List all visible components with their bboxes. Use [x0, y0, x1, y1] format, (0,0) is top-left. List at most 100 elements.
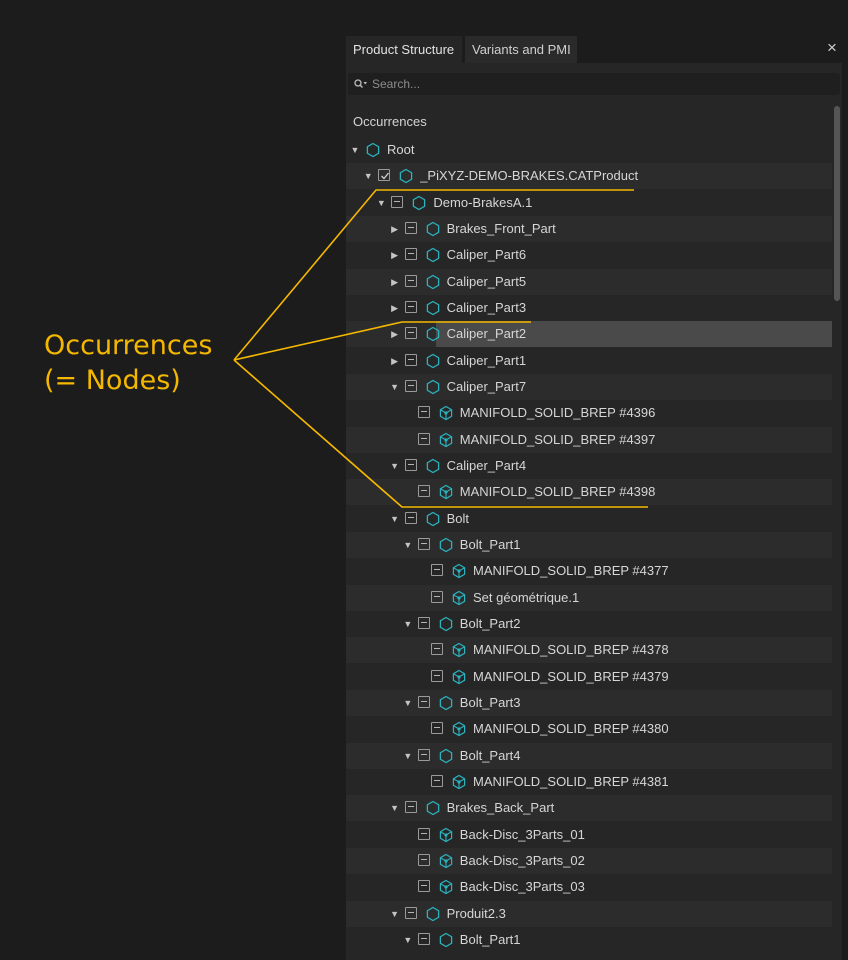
hexagon-icon	[439, 932, 453, 948]
tree-row[interactable]: ▼ Caliper_Part7	[346, 373, 832, 400]
tree-row-label: Caliper_Part7	[446, 378, 527, 394]
expand-arrow-down-icon[interactable]: ▼	[403, 532, 413, 558]
scrollbar-thumb[interactable]	[834, 106, 840, 301]
visibility-checkbox-partial[interactable]	[404, 221, 417, 234]
hexagon-icon	[426, 800, 439, 816]
visibility-checkbox-partial[interactable]	[404, 248, 417, 261]
tree-row[interactable]: ▼ Brakes_Back_Part	[346, 795, 832, 822]
visibility-checkbox-partial[interactable]	[417, 406, 430, 419]
tree-row[interactable]: ▼ Bolt_Part3	[346, 689, 832, 716]
expand-arrow-down-icon[interactable]: ▼	[403, 690, 413, 716]
visibility-checkbox-partial[interactable]	[417, 432, 430, 445]
expand-arrow-down-icon[interactable]: ▼	[363, 163, 373, 189]
close-panel-button[interactable]: ×	[824, 38, 840, 58]
tab-product-structure[interactable]: Product Structure	[346, 36, 462, 63]
expand-arrow-down-icon[interactable]: ▼	[403, 927, 413, 953]
tree-row[interactable]: ▼ Bolt_Part1	[346, 927, 832, 953]
hexagon-icon	[426, 906, 439, 921]
visibility-checkbox-partial[interactable]	[417, 827, 430, 840]
tree-row[interactable]: MANIFOLD_SOLID_BREP #4381	[346, 769, 832, 795]
expand-arrow-down-icon[interactable]: ▼	[403, 743, 413, 769]
visibility-checkbox-partial[interactable]	[417, 485, 430, 498]
visibility-checkbox-partial[interactable]	[417, 537, 430, 550]
expand-arrow-down-icon[interactable]: ▼	[350, 137, 360, 163]
visibility-checkbox-partial[interactable]	[404, 801, 417, 814]
mesh-icon	[452, 643, 466, 658]
tree-row[interactable]: ▶ Caliper_Part3	[346, 295, 832, 321]
hexagon-icon	[366, 142, 380, 158]
visibility-checkbox-partial[interactable]	[404, 274, 417, 287]
hexagon-icon	[426, 300, 439, 316]
expand-arrow-right-icon[interactable]: ▶	[390, 242, 400, 268]
expand-arrow-down-icon[interactable]: ▼	[403, 611, 413, 637]
expand-arrow-right-icon[interactable]: ▶	[390, 321, 400, 347]
tree-row[interactable]: ▶ Caliper_Part1	[346, 348, 832, 374]
tree-row[interactable]: MANIFOLD_SOLID_BREP #4396	[346, 400, 832, 426]
tree-row[interactable]: ▶ Caliper_Part5	[346, 268, 832, 295]
tree-row[interactable]: MANIFOLD_SOLID_BREP #4377	[346, 558, 832, 584]
expand-arrow-right-icon[interactable]: ▶	[390, 269, 400, 295]
tree-row[interactable]: ▼ Bolt_Part1	[346, 531, 832, 558]
tree-row[interactable]: ▶ Caliper_Part2	[346, 321, 832, 348]
tree-row-label: MANIFOLD_SOLID_BREP #4398	[459, 484, 656, 500]
search-input[interactable]	[372, 75, 772, 93]
visibility-checkbox-partial[interactable]	[431, 722, 443, 735]
visibility-checkbox-partial[interactable]	[417, 932, 430, 945]
mesh-icon	[439, 827, 452, 842]
expand-arrow-right-icon[interactable]: ▶	[390, 295, 400, 321]
visibility-checkbox-partial[interactable]	[431, 774, 443, 787]
tree-row[interactable]: ▶ Caliper_Part6	[346, 242, 832, 268]
tree-row[interactable]: Set géométrique.1	[346, 584, 832, 611]
expand-arrow-right-icon[interactable]: ▶	[390, 348, 400, 374]
tree-row[interactable]: ▼ Bolt	[346, 506, 832, 532]
expand-arrow-down-icon[interactable]: ▼	[390, 506, 400, 532]
visibility-checkbox-partial[interactable]	[404, 458, 417, 471]
tree-row[interactable]: ▼ Demo-BrakesA.1	[346, 190, 832, 216]
tree-row[interactable]: Back-Disc_3Parts_02	[346, 847, 832, 874]
visibility-checkbox-checked[interactable]	[378, 169, 391, 182]
visibility-checkbox-partial[interactable]	[431, 643, 443, 656]
expand-arrow-down-icon[interactable]: ▼	[390, 453, 400, 479]
visibility-checkbox-partial[interactable]	[431, 590, 443, 603]
visibility-checkbox-partial[interactable]	[404, 511, 417, 524]
tree-row[interactable]: ▼ Produit2.3	[346, 900, 832, 927]
tree-row[interactable]: Back-Disc_3Parts_01	[346, 822, 832, 848]
tree-row[interactable]: MANIFOLD_SOLID_BREP #4380	[346, 716, 832, 742]
tab-variants-and-pmi[interactable]: Variants and PMI	[465, 36, 577, 63]
visibility-checkbox-partial[interactable]	[404, 327, 417, 340]
tree-row[interactable]: ▼ _PiXYZ-DEMO-BRAKES.CATProduct	[346, 163, 832, 190]
tree-row[interactable]: MANIFOLD_SOLID_BREP #4378	[346, 637, 832, 664]
tree-row-label: Bolt_Part1	[459, 931, 521, 947]
tree-row[interactable]: ▶ Brakes_Front_Part	[346, 215, 832, 242]
scrollbar-track[interactable]	[834, 106, 840, 960]
visibility-checkbox-partial[interactable]	[417, 880, 430, 893]
tree-row[interactable]: ▼ Bolt_Part4	[346, 742, 832, 769]
visibility-checkbox-partial[interactable]	[417, 853, 430, 866]
visibility-checkbox-partial[interactable]	[417, 616, 430, 629]
expand-arrow-right-icon[interactable]: ▶	[390, 216, 400, 242]
search-icon[interactable]	[353, 76, 367, 92]
visibility-checkbox-partial[interactable]	[404, 379, 417, 392]
expand-arrow-down-icon[interactable]: ▼	[376, 190, 386, 216]
tree-row[interactable]: MANIFOLD_SOLID_BREP #4379	[346, 664, 832, 690]
visibility-checkbox-partial[interactable]	[404, 300, 417, 313]
tree-row-label: MANIFOLD_SOLID_BREP #4381	[473, 773, 669, 789]
tree-row[interactable]: ▼ Bolt_Part2	[346, 611, 832, 637]
tree-row-label: MANIFOLD_SOLID_BREP #4378	[473, 642, 669, 658]
visibility-checkbox-partial[interactable]	[404, 906, 417, 919]
expand-arrow-down-icon[interactable]: ▼	[390, 901, 400, 927]
tree-row[interactable]: MANIFOLD_SOLID_BREP #4398	[346, 479, 832, 506]
expand-arrow-down-icon[interactable]: ▼	[390, 374, 400, 400]
tree-row[interactable]: MANIFOLD_SOLID_BREP #4397	[346, 426, 832, 453]
expand-arrow-down-icon[interactable]: ▼	[390, 795, 400, 821]
visibility-checkbox-partial[interactable]	[404, 353, 417, 366]
tree-row[interactable]: ▼ Root	[346, 137, 832, 163]
tree-row[interactable]: Back-Disc_3Parts_03	[346, 874, 832, 900]
visibility-checkbox-partial[interactable]	[431, 669, 443, 682]
tree-row-label: Caliper_Part6	[446, 247, 527, 263]
visibility-checkbox-partial[interactable]	[431, 564, 443, 577]
visibility-checkbox-partial[interactable]	[391, 195, 404, 208]
tree-row[interactable]: ▼ Caliper_Part4	[346, 453, 832, 479]
visibility-checkbox-partial[interactable]	[417, 695, 430, 708]
visibility-checkbox-partial[interactable]	[417, 748, 430, 761]
